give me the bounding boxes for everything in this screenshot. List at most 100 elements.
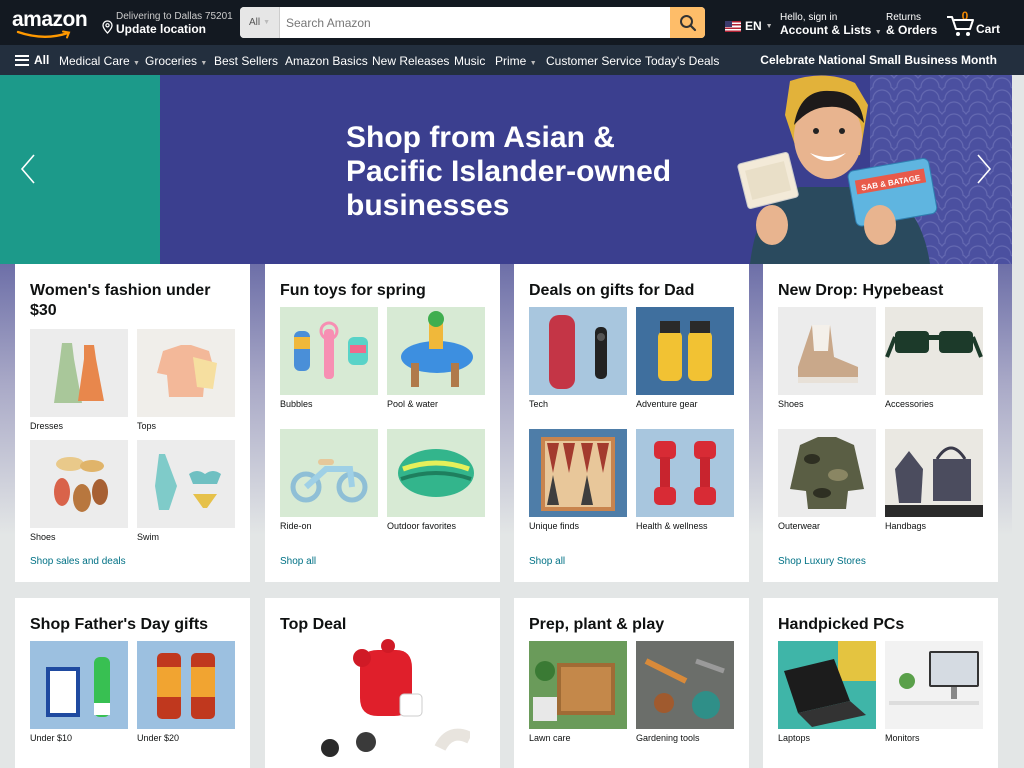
tile-bubbles[interactable]: Bubbles [280, 307, 378, 409]
outdoor-favorites-image [387, 429, 485, 517]
ride-on-image [280, 429, 378, 517]
search-input[interactable] [280, 7, 670, 38]
tile-label: Under $20 [137, 733, 180, 743]
tile-adventure-gear[interactable]: Adventure gear [636, 307, 734, 409]
gardening-tools-image [636, 641, 734, 729]
health-wellness-image [636, 429, 734, 517]
subnav-promo-link[interactable]: Celebrate National Small Business Month [760, 53, 997, 67]
search-category-label: All [248, 17, 261, 28]
card-title: Deals on gifts for Dad [529, 282, 695, 299]
tile-shoes[interactable]: Shoes [778, 307, 876, 409]
account-menu[interactable]: Hello, sign in Account & Lists ▼ [780, 12, 882, 37]
us-flag-icon [725, 20, 741, 32]
language-selector[interactable]: EN ▼ [725, 19, 773, 33]
subnav-item-medical-care[interactable]: Medical Care ▼ [59, 54, 140, 68]
tile-label: Ride-on [280, 521, 312, 531]
under-10-image [30, 641, 128, 729]
chevron-down-icon: ▼ [765, 22, 773, 30]
subnav-item-prime[interactable]: Prime ▼ [495, 54, 537, 68]
search-category-dropdown[interactable]: All ▼ [240, 7, 280, 38]
subnav-item-best-sellers[interactable]: Best Sellers [214, 54, 278, 68]
tile-label: Outerwear [778, 521, 821, 531]
tile-monitors[interactable]: Monitors [885, 641, 983, 743]
tile-label: Laptops [778, 733, 811, 743]
tile-unique-finds[interactable]: Unique finds [529, 429, 627, 531]
deliver-line2: Update location [116, 22, 207, 36]
chevron-down-icon: ▼ [874, 29, 882, 36]
card-link-shop-all[interactable]: Shop all [280, 556, 316, 567]
hero-title: Shop from Asian & Pacific Islander-owned… [346, 121, 672, 222]
tile-accessories[interactable]: Accessories [885, 307, 983, 409]
card-title: Handpicked PCs [778, 616, 905, 633]
tile-lawn-care[interactable]: Lawn care [529, 641, 627, 743]
outerwear-image [778, 429, 876, 517]
account-line2: Account & Lists ▼ [780, 23, 882, 37]
tile-tech[interactable]: Tech [529, 307, 627, 409]
card-link-luxury-stores[interactable]: Shop Luxury Stores [778, 556, 866, 567]
tile-outdoor-favorites[interactable]: Outdoor favorites [387, 429, 485, 531]
tile-under-10[interactable]: Under $10 [30, 641, 128, 743]
lawn-care-image [529, 641, 627, 729]
tile-label: Accessories [885, 399, 934, 409]
tops-image [137, 329, 235, 417]
tile-label: Health & wellness [636, 521, 708, 531]
subnav-item-groceries[interactable]: Groceries ▼ [145, 54, 207, 68]
tile-label: Pool & water [387, 399, 439, 409]
card-womens-fashion: Women's fashion under $30 Dresses Tops S… [15, 264, 250, 582]
subnav-item-new-releases[interactable]: New Releases [372, 54, 449, 68]
card-fun-toys: Fun toys for spring Bubbles Pool & water [265, 264, 500, 582]
tile-under-20[interactable]: Under $20 [137, 641, 235, 743]
card-top-deal: Top Deal [265, 598, 500, 768]
tile-label: Tops [137, 421, 157, 431]
laptops-image [778, 641, 876, 729]
pool-water-image [387, 307, 485, 395]
tile-health-wellness[interactable]: Health & wellness [636, 429, 734, 531]
subnav-item-amazon-basics[interactable]: Amazon Basics [285, 54, 368, 68]
tile-label: Adventure gear [636, 399, 698, 409]
tile-handbags[interactable]: Handbags [885, 429, 983, 531]
tile-pool-water[interactable]: Pool & water [387, 307, 485, 409]
returns-line2: & Orders [886, 23, 938, 37]
tile-shoes[interactable]: Shoes [30, 440, 128, 542]
all-menu-button[interactable]: All [15, 53, 49, 67]
cart-button[interactable]: 0 Cart [944, 8, 1002, 38]
location-pin-icon [102, 20, 113, 34]
amazon-logo[interactable]: amazon [12, 9, 90, 39]
chevron-down-icon: ▼ [263, 19, 271, 26]
top-deal-earbuds-image[interactable] [300, 638, 470, 768]
tile-label: Outdoor favorites [387, 521, 457, 531]
adventure-gear-image [636, 307, 734, 395]
tile-label: Dresses [30, 421, 64, 431]
tile-swim[interactable]: Swim [137, 440, 235, 542]
tile-tops[interactable]: Tops [137, 329, 235, 431]
cart-icon [947, 16, 974, 36]
returns-orders-link[interactable]: Returns & Orders [886, 12, 937, 37]
card-link-shop-sales[interactable]: Shop sales and deals [30, 556, 126, 567]
subnav-item-todays-deals[interactable]: Today's Deals [645, 54, 719, 68]
hero-person-image: SAB & BATAGE [737, 75, 938, 264]
subnav-item-customer-service[interactable]: Customer Service [546, 54, 641, 68]
card-title: Top Deal [280, 616, 347, 633]
tile-dresses[interactable]: Dresses [30, 329, 128, 431]
subnav-item-music[interactable]: Music [454, 54, 485, 68]
tile-gardening-tools[interactable]: Gardening tools [636, 641, 734, 743]
search-icon [679, 14, 696, 31]
chevron-down-icon: ▼ [529, 60, 537, 67]
chevron-left-icon[interactable] [18, 153, 38, 185]
chevron-right-icon[interactable] [974, 153, 994, 185]
tile-label: Unique finds [529, 521, 580, 531]
card-title: Fun toys for spring [280, 282, 426, 299]
card-hypebeast: New Drop: Hypebeast Shoes Accessories Ou… [763, 264, 998, 582]
tile-label: Swim [137, 532, 159, 542]
tile-laptops[interactable]: Laptops [778, 641, 876, 743]
tile-ride-on[interactable]: Ride-on [280, 429, 378, 531]
tile-label: Lawn care [529, 733, 571, 743]
search-button[interactable] [670, 7, 705, 38]
top-navbar: amazon Delivering to Dallas 75201 Update… [0, 0, 1024, 45]
card-title: Prep, plant & play [529, 616, 665, 633]
card-link-shop-all[interactable]: Shop all [529, 556, 565, 567]
tile-outerwear[interactable]: Outerwear [778, 429, 876, 531]
account-line1: Hello, sign in [780, 12, 838, 23]
card-handpicked-pcs: Handpicked PCs Laptops Monitors [763, 598, 998, 768]
tile-label: Monitors [885, 733, 920, 743]
